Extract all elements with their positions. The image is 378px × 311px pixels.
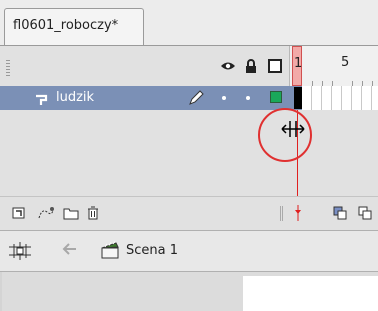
folder-icon[interactable] bbox=[63, 205, 79, 224]
center-frame-icon[interactable] bbox=[333, 205, 347, 224]
layer-name[interactable]: ludzik bbox=[56, 90, 94, 105]
document-tab[interactable]: fl0601_roboczy* bbox=[4, 8, 144, 46]
stage-edge bbox=[0, 272, 2, 311]
flash-window: fl0601_roboczy* 5 1 ludzik Scena 1 bbox=[0, 0, 378, 311]
clapperboard-icon bbox=[100, 241, 120, 263]
eye-icon[interactable] bbox=[220, 58, 236, 77]
layer-icon bbox=[34, 91, 48, 110]
trash-icon[interactable] bbox=[86, 205, 100, 224]
outline-icon[interactable] bbox=[268, 58, 282, 77]
visibility-toggle-dot[interactable] bbox=[222, 96, 226, 100]
timeline-toggle-icon[interactable] bbox=[8, 241, 32, 265]
lock-toggle-dot[interactable] bbox=[246, 96, 250, 100]
document-tab-strip: fl0601_roboczy* bbox=[0, 0, 378, 46]
edit-bar: Scena 1 bbox=[0, 230, 378, 272]
document-tab-title: fl0601_roboczy* bbox=[13, 18, 119, 33]
pencil-icon bbox=[188, 90, 204, 110]
motion-guide-icon[interactable] bbox=[37, 205, 55, 224]
layer-row-ludzik[interactable]: ludzik bbox=[0, 86, 378, 110]
scroll-grip[interactable] bbox=[280, 206, 284, 221]
back-arrow-icon[interactable] bbox=[60, 241, 78, 261]
frame-cells[interactable] bbox=[302, 86, 378, 110]
lock-icon[interactable] bbox=[244, 58, 258, 77]
keyframe[interactable] bbox=[294, 87, 302, 109]
outline-color-swatch[interactable] bbox=[270, 91, 282, 103]
onion-skin-icon[interactable] bbox=[358, 205, 372, 224]
panel-grip[interactable] bbox=[6, 60, 10, 78]
frame-ruler[interactable]: 5 bbox=[289, 46, 378, 86]
stage-area bbox=[0, 272, 378, 311]
frame-number-1: 1 bbox=[294, 56, 303, 71]
stage[interactable] bbox=[243, 276, 378, 311]
timeline-panel: 5 1 ludzik bbox=[0, 46, 378, 231]
new-layer-icon[interactable] bbox=[12, 205, 26, 224]
frame-number-5: 5 bbox=[341, 55, 350, 70]
playhead-marker-icon bbox=[294, 205, 302, 225]
playhead[interactable]: 1 bbox=[292, 46, 302, 86]
scene-label[interactable]: Scena 1 bbox=[126, 243, 178, 258]
timeline-footer bbox=[0, 196, 378, 231]
highlight-circle bbox=[258, 108, 312, 162]
